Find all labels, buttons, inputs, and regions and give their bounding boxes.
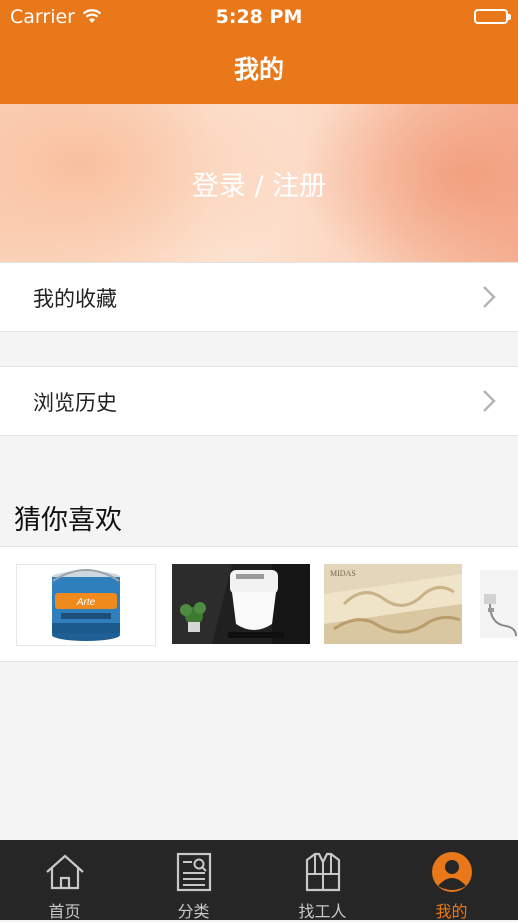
product-card-outlet[interactable] <box>476 564 518 644</box>
tab-mine[interactable]: 我的 <box>387 840 516 921</box>
recommend-title: 猜你喜欢 <box>14 505 122 536</box>
tab-find-worker[interactable]: 找工人 <box>258 840 387 921</box>
home-icon <box>43 850 87 894</box>
tab-label: 我的 <box>435 902 468 921</box>
chevron-right-icon <box>482 389 496 417</box>
paint-bucket-image: Arte <box>52 569 120 641</box>
chevron-right-icon <box>482 285 496 313</box>
menu-item-label: 我的收藏 <box>33 287 117 311</box>
product-card-wallcovering[interactable]: MIDAS <box>324 564 462 644</box>
menu-item-favorites[interactable]: 我的收藏 <box>0 262 518 332</box>
tab-label: 分类 <box>177 902 210 921</box>
battery-icon <box>474 9 511 24</box>
status-bar: Carrier 5:28 PM <box>0 0 518 34</box>
product-card-toilet[interactable] <box>172 564 310 644</box>
profile-banner: 登录 / 注册 <box>0 104 518 262</box>
recommend-carousel[interactable]: Arte MIDAS <box>0 546 518 662</box>
worker-vest-icon <box>301 850 345 894</box>
login-register-button[interactable]: 登录 / 注册 <box>0 164 518 203</box>
toilet-image <box>172 564 310 644</box>
outlet-image <box>480 570 518 638</box>
wallcovering-image: MIDAS <box>324 564 462 644</box>
category-search-icon <box>172 850 216 894</box>
tab-bar: 首页 分类 找工人 我的 <box>0 840 518 921</box>
nav-header: Carrier 5:28 PM 我的 <box>0 0 518 104</box>
tab-label: 首页 <box>48 902 81 921</box>
wallcovering-brand-logo: MIDAS <box>330 569 356 578</box>
tab-category[interactable]: 分类 <box>129 840 258 921</box>
tab-home[interactable]: 首页 <box>0 840 129 921</box>
paint-brand-logo: Arte <box>76 597 96 608</box>
user-avatar-icon <box>430 850 474 894</box>
tab-label: 找工人 <box>298 902 347 921</box>
product-card-paint[interactable]: Arte <box>16 564 156 646</box>
clock-label: 5:28 PM <box>215 6 303 28</box>
page-title: 我的 <box>233 55 284 84</box>
menu-item-label: 浏览历史 <box>33 391 117 415</box>
menu-item-history[interactable]: 浏览历史 <box>0 366 518 436</box>
